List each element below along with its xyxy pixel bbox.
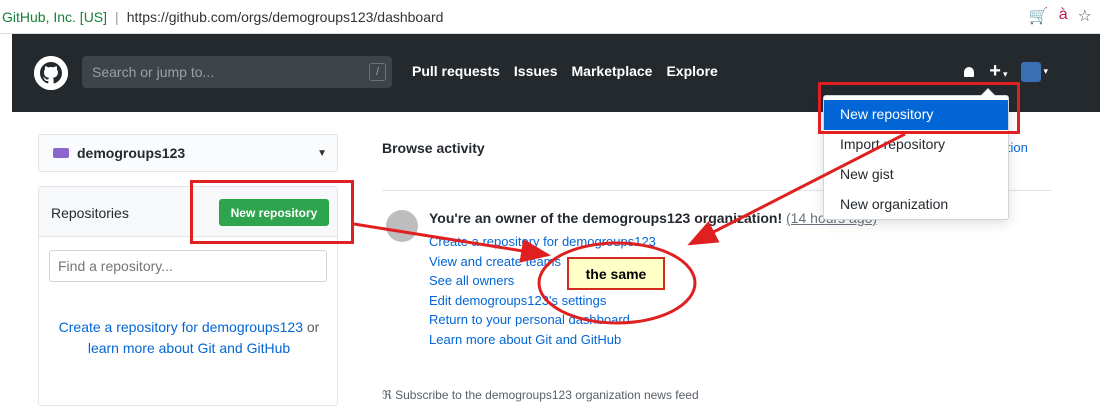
link-personal-dashboard[interactable]: Return to your personal dashboard	[429, 310, 656, 330]
menu-item-new-repository[interactable]: New repository	[824, 100, 1008, 130]
translate-icon[interactable]: à	[1059, 6, 1068, 26]
owner-links-list: Create a repository for demogroups123 Vi…	[429, 232, 656, 349]
github-logo-icon[interactable]	[34, 56, 68, 90]
nav-issues[interactable]: Issues	[514, 63, 558, 79]
nav-pull-requests[interactable]: Pull requests	[412, 63, 500, 79]
search-input[interactable]: Search or jump to... /	[82, 56, 392, 88]
bookmark-star-icon[interactable]: ☆	[1078, 6, 1092, 26]
url-text[interactable]: https://github.com/orgs/demogroups123/da…	[127, 9, 444, 25]
org-switcher[interactable]: demogroups123 ▼	[38, 134, 338, 172]
cart-icon[interactable]: 🛒	[1029, 6, 1049, 26]
link-edit-settings[interactable]: Edit demogroups123's settings	[429, 291, 656, 311]
annotation-note: the same	[567, 257, 665, 290]
rss-icon: ℜ	[382, 388, 392, 402]
owner-notice-title: You're an owner of the demogroups123 org…	[429, 210, 877, 226]
browser-extension-icons: 🛒 à ☆	[1029, 6, 1092, 26]
create-new-menu: New repository Import repository New gis…	[823, 88, 1009, 220]
header-nav: Pull requests Issues Marketplace Explore	[412, 63, 718, 79]
find-repository-input[interactable]	[49, 250, 327, 282]
link-create-repository[interactable]: Create a repository for demogroups123	[429, 232, 656, 252]
browser-address-bar[interactable]: GitHub, Inc. [US] | https://github.com/o…	[0, 0, 1100, 34]
learn-more-link[interactable]: learn more about Git and GitHub	[88, 340, 290, 356]
owner-avatar	[386, 210, 418, 242]
subscribe-feed-link[interactable]: ℜ Subscribe to the demogroups123 organiz…	[382, 388, 699, 402]
repositories-panel: Repositories New repository Create a rep…	[38, 186, 338, 406]
org-name: demogroups123	[77, 145, 186, 161]
repositories-help-text: Create a repository for demogroups123 or…	[49, 317, 329, 359]
repositories-header: Repositories New repository	[39, 187, 337, 237]
owner-notice-text: You're an owner of the demogroups123 org…	[429, 210, 783, 226]
menu-item-new-gist[interactable]: New gist	[824, 160, 1008, 190]
menu-item-import-repository[interactable]: Import repository	[824, 130, 1008, 160]
header-right-actions: + ▾ ▾	[963, 61, 1048, 82]
search-placeholder: Search or jump to...	[92, 64, 215, 80]
address-separator: |	[115, 8, 119, 25]
new-repository-button[interactable]: New repository	[219, 199, 329, 226]
org-icon	[53, 148, 69, 158]
create-new-dropdown[interactable]: + ▾	[989, 61, 1007, 82]
help-connector: or	[303, 319, 320, 335]
bell-icon[interactable]	[963, 65, 975, 79]
chevron-down-icon: ▾	[1043, 66, 1048, 76]
menu-item-new-organization[interactable]: New organization	[824, 190, 1008, 220]
plus-icon: +	[989, 60, 1001, 82]
link-learn-git[interactable]: Learn more about Git and GitHub	[429, 330, 656, 350]
nav-marketplace[interactable]: Marketplace	[572, 63, 653, 79]
secure-site-label: GitHub, Inc. [US]	[2, 8, 108, 25]
nav-explore[interactable]: Explore	[666, 63, 717, 79]
browse-activity-heading: Browse activity	[382, 140, 485, 156]
create-repository-link[interactable]: Create a repository for demogroups123	[59, 319, 303, 335]
user-menu[interactable]: ▾	[1021, 61, 1048, 82]
chevron-down-icon: ▼	[317, 148, 327, 159]
chevron-down-icon: ▾	[1002, 69, 1008, 79]
search-shortcut-key: /	[369, 63, 386, 81]
repositories-title: Repositories	[51, 205, 129, 221]
subscribe-text: Subscribe to the demogroups123 organizat…	[395, 388, 699, 402]
avatar	[1021, 61, 1042, 82]
